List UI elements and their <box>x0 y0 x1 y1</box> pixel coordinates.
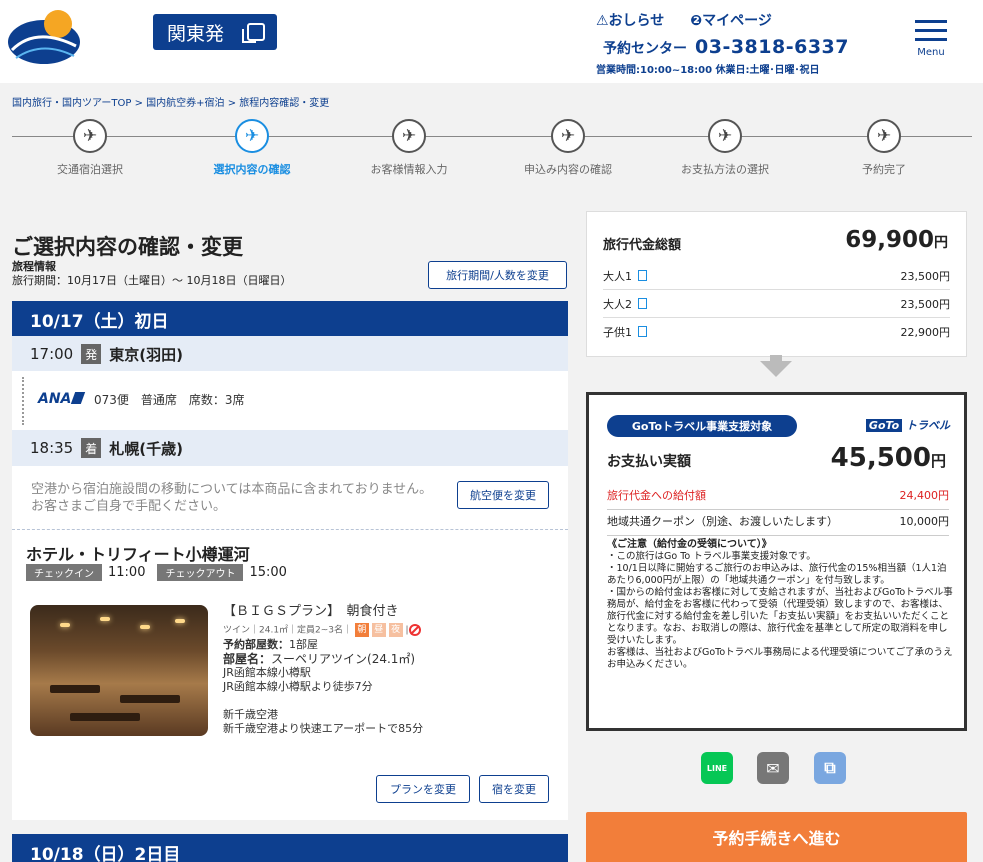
departure-place: 東京(羽田) <box>109 345 183 364</box>
change-flight-button[interactable]: 航空便を変更 <box>457 481 549 509</box>
change-plan-button[interactable]: プランを変更 <box>376 775 470 803</box>
roomname-label: 部屋名： <box>223 651 272 666</box>
access-line-2: JR函館本線小樽駅より徒歩7分 <box>223 679 373 693</box>
flight-segment: ANA 073便 普通席 席数：3席 <box>12 371 568 430</box>
mail-icon: ✉ <box>766 758 780 778</box>
site-header: 関東発 ⚠おしらせ ❷マイページ 予約センター 03-3818-6337 営業時間… <box>0 0 983 83</box>
benefit-row: 旅行代金への給付額 24,400円 <box>607 487 949 510</box>
arrow-down-icon <box>760 355 792 377</box>
proceed-booking-button[interactable]: 予約手続きへ進む <box>586 812 967 862</box>
mail-share-button[interactable]: ✉ <box>757 752 789 784</box>
price-title: 旅行代金総額 <box>603 238 682 253</box>
document-icon[interactable] <box>638 326 647 337</box>
copy-link-button[interactable]: ⧉ <box>814 752 846 784</box>
airline-logo: ANA <box>38 391 86 407</box>
flight-info: 073便 普通席 席数：3席 <box>94 393 245 407</box>
goto-travel-box: GoToトラベル事業支援対象 GoTo トラベル お支払い実額 45,500円 … <box>586 392 967 731</box>
meal-breakfast-badge: 朝 <box>354 623 369 637</box>
airplane-icon: ✈ <box>73 119 107 153</box>
reservation-label: 予約センター <box>603 41 687 57</box>
airplane-icon: ✈ <box>551 119 585 153</box>
hotel-name[interactable]: ホテル・トリフィート小樽運河 <box>26 541 250 565</box>
step-1: ✈ 交通宿泊選択 <box>20 119 160 177</box>
price-summary: 旅行代金総額 69,900円 大人1 23,500円 大人2 23,500円 子… <box>586 211 967 357</box>
reservation-center: 予約センター 03-3818-6337 <box>603 36 849 58</box>
roomname-value: スーペリアツイン(24.1㎡) <box>271 651 416 666</box>
arrival-row: 18:35 着 札幌(千歳) <box>12 430 568 466</box>
mypage-link[interactable]: ❷マイページ <box>690 10 772 30</box>
no-smoking-icon <box>408 624 421 636</box>
meal-lunch-badge: 昼 <box>371 623 386 637</box>
arrival-badge: 着 <box>81 438 102 458</box>
airplane-icon: ✈ <box>235 119 269 153</box>
hotel-details: 【ＢＩＧＳプラン】 朝食付き ツイン｜24.1㎡｜定員2~3名｜ 朝 昼 夜 |… <box>223 605 423 736</box>
trip-info: 旅程情報 旅行期間：10月17日（土曜日）～ 10月18日（日曜日） <box>12 260 291 288</box>
copy-icon: ⧉ <box>824 758 836 777</box>
airplane-icon: ✈ <box>867 119 901 153</box>
meal-dinner-badge: 夜 <box>388 623 403 637</box>
goto-badge: GoToトラベル事業支援対象 <box>607 415 797 437</box>
step-3: ✈ お客様情報入力 <box>339 119 479 177</box>
pay-label: お支払い実額 <box>607 454 691 470</box>
hotel-photo[interactable] <box>30 605 208 736</box>
step-2: ✈ 選択内容の確認 <box>182 119 322 177</box>
checkin-time: 11:00 <box>108 565 146 580</box>
notice-link[interactable]: ⚠おしらせ <box>596 10 664 30</box>
business-hours: 営業時間:10:00~18:00 休業日:土曜･日曜･祝日 <box>596 65 820 76</box>
document-icon[interactable] <box>638 270 647 281</box>
access-line-4: 新千歳空港より快速エアーポートで85分 <box>223 721 424 735</box>
ana-mark-icon <box>71 392 86 404</box>
departure-row: 17:00 発 東京(羽田) <box>12 336 568 372</box>
rooms-label: 予約部屋数： <box>223 637 289 651</box>
menu-button[interactable]: Menu <box>915 20 947 58</box>
caution-text: 《ご注意（給付金の受領について）》 ・この旅行はGo To トラベル事業支援対象… <box>607 539 953 670</box>
step-6: ✈ 予約完了 <box>814 119 954 177</box>
checkin-label: チェックイン <box>26 564 102 581</box>
price-row: 大人1 23,500円 <box>603 268 950 290</box>
price-total: 69,900円 <box>845 227 948 253</box>
checkin-checkout: チェックイン 11:00 チェックアウト 15:00 <box>26 564 293 581</box>
price-row: 大人2 23,500円 <box>603 296 950 318</box>
change-period-button[interactable]: 旅行期間/人数を変更 <box>428 261 567 289</box>
departure-badge: 発 <box>81 344 102 364</box>
page-title: ご選択内容の確認・変更 <box>12 235 243 259</box>
day1-header: 10/17（土）初日 <box>12 301 568 337</box>
checkout-time: 15:00 <box>249 565 287 580</box>
line-share-button[interactable]: LINE <box>701 752 733 784</box>
transfer-note: 空港から宿泊施設間の移動については本商品に含まれておりません。 お客さまご自身で手… <box>31 482 433 514</box>
airplane-icon: ✈ <box>392 119 426 153</box>
menu-label: Menu <box>917 47 945 58</box>
change-hotel-button[interactable]: 宿を変更 <box>479 775 549 803</box>
rooms-value: 1部屋 <box>289 637 318 651</box>
window-icon <box>242 23 265 43</box>
access-line-3: 新千歳空港 <box>223 707 278 721</box>
departure-label: 関東発 <box>167 22 225 45</box>
site-logo[interactable] <box>6 6 82 70</box>
arrival-time: 18:35 <box>30 439 74 457</box>
line-icon: LINE <box>706 763 728 773</box>
checkout-label: チェックアウト <box>157 564 244 581</box>
hamburger-icon <box>915 20 947 23</box>
step-4: ✈ 申込み内容の確認 <box>498 119 638 177</box>
document-icon[interactable] <box>638 298 647 309</box>
room-meta: ツイン｜24.1㎡｜定員2~3名｜ 朝 昼 夜 | <box>223 623 423 638</box>
departure-time: 17:00 <box>30 345 74 363</box>
price-row: 子供1 22,900円 <box>603 326 950 339</box>
goto-logo: GoTo トラベル <box>865 417 950 433</box>
plan-name: 【ＢＩＧＳプラン】 朝食付き <box>223 604 399 619</box>
trip-info-heading: 旅程情報 <box>12 260 56 273</box>
step-5: ✈ お支払方法の選択 <box>655 119 795 177</box>
progress-steps: ✈ 交通宿泊選択 ✈ 選択内容の確認 ✈ お客様情報入力 ✈ 申込み内容の確認 ✈ お支払… <box>12 119 972 179</box>
pay-amount: 45,500円 <box>830 443 946 473</box>
coupon-row: 地域共通クーポン（別途、お渡しいたします） 10,000円 <box>607 513 949 536</box>
breadcrumb[interactable]: 国内旅行・国内ツアーTOP > 国内航空券+宿泊 > 旅程内容確認・変更 <box>12 94 329 109</box>
arrival-place: 札幌(千歳) <box>109 439 183 458</box>
day2-header: 10/18（日）2日目 <box>12 834 568 862</box>
airplane-icon: ✈ <box>708 119 742 153</box>
access-line-1: JR函館本線小樽駅 <box>223 665 311 679</box>
departure-selector[interactable]: 関東発 <box>153 14 277 50</box>
phone-number[interactable]: 03-3818-6337 <box>695 36 849 58</box>
trip-period: 旅行期間：10月17日（土曜日）～ 10月18日（日曜日） <box>12 274 292 287</box>
